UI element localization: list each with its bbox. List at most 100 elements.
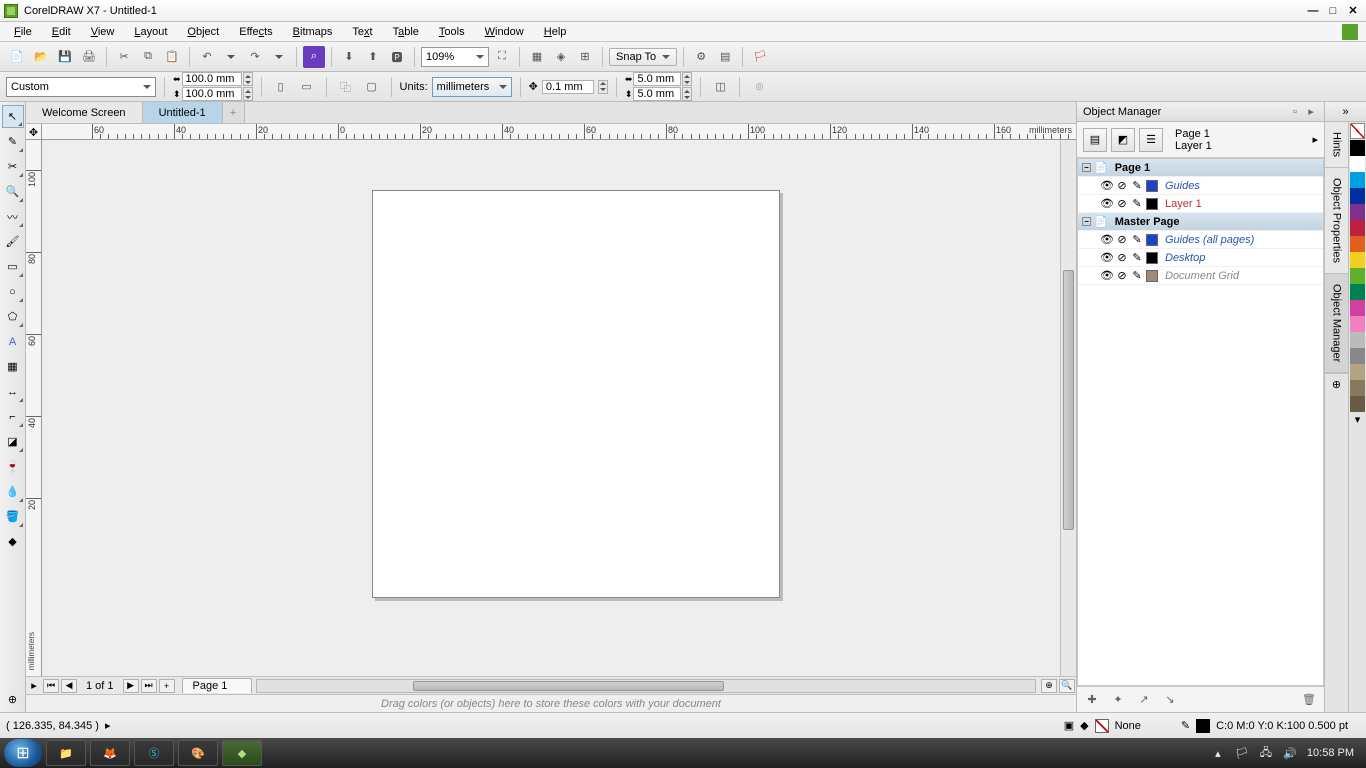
tree-page-row[interactable]: −📄Page 1 bbox=[1078, 159, 1323, 177]
ellipse-tool[interactable]: ○ bbox=[2, 280, 24, 303]
horizontal-scrollbar[interactable] bbox=[256, 679, 1036, 693]
new-document-tab-button[interactable]: + bbox=[223, 102, 245, 123]
tree-layer-row[interactable]: 👁⊘✎Document Grid bbox=[1078, 267, 1323, 285]
visibility-icon[interactable]: 👁 bbox=[1101, 270, 1113, 282]
visibility-icon[interactable]: 👁 bbox=[1101, 234, 1113, 246]
add-page-button[interactable]: + bbox=[159, 679, 175, 693]
menu-view[interactable]: View bbox=[81, 24, 125, 40]
editable-icon[interactable]: ✎ bbox=[1131, 180, 1143, 192]
layer-color-swatch[interactable] bbox=[1146, 252, 1158, 264]
object-properties-tab[interactable]: Object Properties bbox=[1325, 168, 1348, 274]
zoom-tool[interactable]: 🔍 bbox=[2, 180, 24, 203]
open-button[interactable]: 📂 bbox=[30, 46, 52, 68]
vertical-ruler[interactable]: millimeters 10080604020 bbox=[26, 140, 42, 676]
color-swatch[interactable] bbox=[1350, 348, 1365, 364]
visibility-icon[interactable]: 👁 bbox=[1101, 180, 1113, 192]
network-icon[interactable]: 🖧 bbox=[1259, 746, 1273, 760]
show-grid-button[interactable]: ◈ bbox=[550, 46, 572, 68]
taskbar-firefox[interactable]: 🦊 bbox=[90, 740, 130, 766]
new-master-layer-button[interactable]: ✦ bbox=[1109, 691, 1127, 709]
copy-to-layer-button[interactable]: ↘ bbox=[1161, 691, 1179, 709]
eyedropper-tool[interactable]: 💧 bbox=[2, 480, 24, 503]
prev-page-button[interactable]: ◀ bbox=[61, 679, 77, 693]
nudge-distance-input[interactable]: 0.1 mm bbox=[542, 80, 594, 94]
copy-button[interactable]: ⧉ bbox=[137, 46, 159, 68]
color-swatch[interactable] bbox=[1350, 220, 1365, 236]
artistic-media-tool[interactable]: 🖌 bbox=[2, 230, 24, 253]
color-swatch[interactable] bbox=[1350, 380, 1365, 396]
smart-fill-tool[interactable]: ◆ bbox=[2, 530, 24, 553]
portrait-button[interactable]: ▯ bbox=[270, 76, 292, 98]
start-button[interactable] bbox=[4, 739, 42, 767]
drawing-canvas[interactable] bbox=[42, 140, 1060, 676]
editable-icon[interactable]: ✎ bbox=[1131, 270, 1143, 282]
color-swatch[interactable] bbox=[1350, 284, 1365, 300]
page-width-input[interactable]: 100.0 mm bbox=[182, 72, 242, 86]
docker-expand-icon[interactable]: ▫ bbox=[1288, 105, 1302, 119]
rectangle-tool[interactable]: ▭ bbox=[2, 255, 24, 278]
launcher-button[interactable]: 🏳 bbox=[749, 46, 771, 68]
menu-window[interactable]: Window bbox=[475, 24, 534, 40]
visibility-icon[interactable]: 👁 bbox=[1101, 198, 1113, 210]
tree-layer-row[interactable]: 👁⊘✎Guides bbox=[1078, 177, 1323, 195]
palette-scroll-down[interactable]: ▾ bbox=[1349, 412, 1366, 426]
menu-help[interactable]: Help bbox=[534, 24, 577, 40]
new-button[interactable]: 📄 bbox=[6, 46, 28, 68]
paste-button[interactable]: 📋 bbox=[161, 46, 183, 68]
color-swatch[interactable] bbox=[1350, 332, 1365, 348]
tree-layer-row[interactable]: 👁⊘✎Guides (all pages) bbox=[1078, 231, 1323, 249]
taskbar-paint[interactable]: 🎨 bbox=[178, 740, 218, 766]
pick-tool[interactable]: ↖ bbox=[2, 105, 24, 128]
tab-untitled-1[interactable]: Untitled-1 bbox=[143, 102, 223, 123]
dimension-tool[interactable]: ↔ bbox=[2, 380, 24, 403]
dup-x-input[interactable]: 5.0 mm bbox=[633, 72, 681, 86]
menu-layout[interactable]: Layout bbox=[124, 24, 177, 40]
delete-button[interactable]: 🗑 bbox=[1300, 691, 1318, 709]
visibility-icon[interactable]: 👁 bbox=[1101, 252, 1113, 264]
treat-as-filled-button[interactable]: ◫ bbox=[709, 76, 731, 98]
printable-icon[interactable]: ⊘ bbox=[1116, 180, 1128, 192]
new-layer-button[interactable]: ✚ bbox=[1083, 691, 1101, 709]
color-proof-icon[interactable]: ◆ bbox=[1080, 719, 1088, 732]
taskbar-explorer[interactable]: 📁 bbox=[46, 740, 86, 766]
menu-object[interactable]: Object bbox=[177, 24, 229, 40]
tree-page-row[interactable]: −📄Master Page bbox=[1078, 213, 1323, 231]
taskbar-coreldraw[interactable]: ◆ bbox=[222, 740, 262, 766]
snap-to-dropdown[interactable]: Snap To bbox=[609, 48, 677, 66]
shape-tool[interactable]: ✎ bbox=[2, 130, 24, 153]
clock[interactable]: 10:58 PM bbox=[1307, 747, 1354, 759]
object-manager-tab[interactable]: Object Manager bbox=[1325, 274, 1348, 373]
menu-table[interactable]: Table bbox=[383, 24, 429, 40]
edit-across-layers-button[interactable]: ◩ bbox=[1111, 128, 1135, 152]
freehand-tool[interactable]: 〰 bbox=[2, 205, 24, 228]
page-height-input[interactable]: 100.0 mm bbox=[182, 87, 242, 101]
layer-color-swatch[interactable] bbox=[1146, 198, 1158, 210]
crop-tool[interactable]: ✂ bbox=[2, 155, 24, 178]
taskbar-skype[interactable]: Ⓢ bbox=[134, 740, 174, 766]
color-swatch[interactable] bbox=[1350, 140, 1365, 156]
expand-toggle[interactable]: − bbox=[1082, 217, 1091, 226]
object-tree[interactable]: −📄Page 1👁⊘✎Guides👁⊘✎Layer 1−📄Master Page… bbox=[1077, 158, 1324, 686]
scrollbar-thumb[interactable] bbox=[1063, 270, 1074, 530]
printable-icon[interactable]: ⊘ bbox=[1116, 270, 1128, 282]
zoom-level-combo[interactable]: 109% bbox=[421, 47, 489, 67]
cut-button[interactable]: ✂ bbox=[113, 46, 135, 68]
redo-dropdown[interactable] bbox=[268, 46, 290, 68]
menu-edit[interactable]: Edit bbox=[42, 24, 81, 40]
save-button[interactable]: 💾 bbox=[54, 46, 76, 68]
vertical-scrollbar[interactable] bbox=[1060, 140, 1076, 676]
printable-icon[interactable]: ⊘ bbox=[1116, 252, 1128, 264]
color-swatch[interactable] bbox=[1350, 188, 1365, 204]
color-swatch[interactable] bbox=[1350, 236, 1365, 252]
color-swatch[interactable] bbox=[1350, 300, 1365, 316]
tree-layer-row[interactable]: 👁⊘✎Desktop bbox=[1078, 249, 1323, 267]
export-button[interactable]: ⬆ bbox=[362, 46, 384, 68]
layer-color-swatch[interactable] bbox=[1146, 180, 1158, 192]
app-launcher-button[interactable]: ▤ bbox=[714, 46, 736, 68]
flyout-arrow-icon[interactable]: ▸ bbox=[1312, 133, 1318, 146]
volume-icon[interactable]: 🔊 bbox=[1283, 746, 1297, 760]
page-tab[interactable]: Page 1 bbox=[182, 678, 253, 693]
undo-button[interactable]: ↶ bbox=[196, 46, 218, 68]
expand-toggle[interactable]: − bbox=[1082, 163, 1091, 172]
color-swatch[interactable] bbox=[1350, 204, 1365, 220]
